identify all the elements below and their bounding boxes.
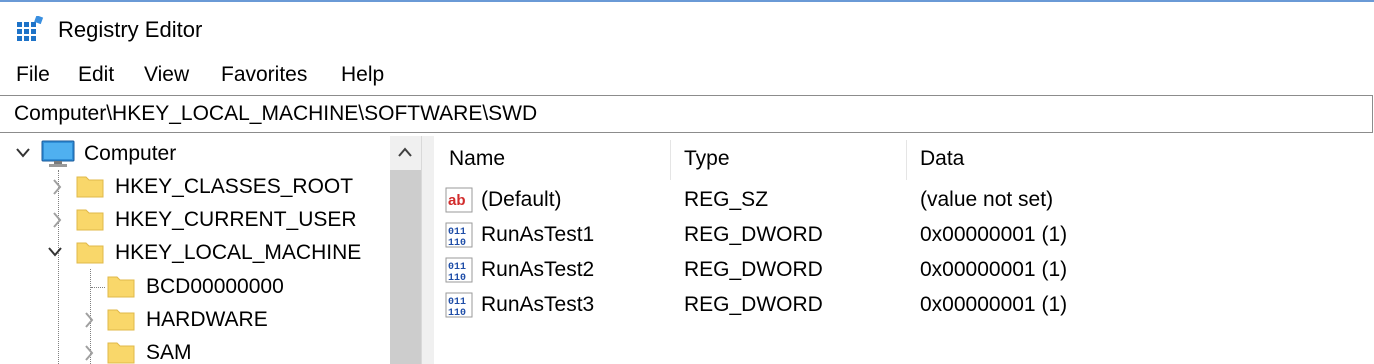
tree-item-label: SAM [146, 341, 192, 364]
folder-icon [107, 276, 135, 298]
window-title: Registry Editor [58, 17, 203, 42]
chevron-down-icon[interactable] [46, 236, 64, 269]
chevron-right-icon[interactable] [80, 336, 98, 364]
value-type: REG_DWORD [684, 223, 823, 246]
column-header-name[interactable]: Name [449, 136, 505, 182]
pane-splitter[interactable] [421, 136, 434, 364]
list-row-runastest3[interactable]: 011 110 RunAsTest3 REG_DWORD 0x00000001 … [434, 287, 1374, 322]
chevron-down-icon[interactable] [14, 137, 32, 170]
chevron-right-icon[interactable] [48, 203, 66, 236]
folder-icon [76, 242, 104, 264]
menu-bar: File Edit View Favorites Help [0, 58, 1374, 92]
title-bar[interactable]: Registry Editor [0, 2, 1374, 54]
registry-editor-window: Registry Editor File Edit View Favorites… [0, 0, 1374, 364]
list-row-runastest2[interactable]: 011 110 RunAsTest2 REG_DWORD 0x00000001 … [434, 252, 1374, 287]
svg-text:011: 011 [448, 297, 466, 308]
menu-file[interactable]: File [14, 58, 52, 92]
tree-vertical-scrollbar[interactable] [390, 136, 421, 364]
value-type: REG_DWORD [684, 258, 823, 281]
value-type: REG_SZ [684, 188, 769, 211]
tree-item-computer[interactable]: Computer [0, 137, 390, 170]
value-name: (Default) [481, 188, 562, 211]
value-type: REG_DWORD [684, 293, 823, 316]
column-header-data[interactable]: Data [920, 136, 964, 182]
value-name: RunAsTest1 [481, 223, 595, 246]
list-row-default[interactable]: ab (Default) REG_SZ (value not set) [434, 182, 1374, 217]
svg-text:011: 011 [448, 227, 466, 238]
address-bar[interactable]: Computer\HKEY_LOCAL_MACHINE\SOFTWARE\SWD [0, 95, 1373, 133]
chevron-right-icon[interactable] [80, 303, 98, 336]
scroll-thumb[interactable] [390, 170, 421, 364]
folder-icon [107, 342, 135, 364]
value-name: RunAsTest3 [481, 293, 595, 316]
column-divider[interactable] [670, 140, 671, 180]
menu-favorites[interactable]: Favorites [219, 58, 309, 92]
value-data: (value not set) [920, 188, 1054, 211]
tree-item-label: HKEY_LOCAL_MACHINE [115, 241, 362, 264]
binary-value-icon: 011 110 [445, 292, 473, 318]
value-data: 0x00000001 (1) [920, 293, 1068, 316]
string-value-icon: ab [445, 187, 473, 213]
chevron-up-icon [398, 147, 412, 157]
chevron-right-icon[interactable] [48, 170, 66, 203]
tree-item-label: HKEY_CLASSES_ROOT [115, 175, 354, 198]
value-data: 0x00000001 (1) [920, 223, 1068, 246]
tree-item-hkey-local-machine[interactable]: HKEY_LOCAL_MACHINE [0, 236, 390, 269]
tree-item-hardware[interactable]: HARDWARE [0, 303, 390, 336]
folder-icon [76, 176, 104, 198]
values-list-pane[interactable]: Name Type Data ab (Default) REG_SZ (valu… [434, 136, 1374, 364]
svg-text:110: 110 [448, 308, 466, 318]
tree-item-hkey-classes-root[interactable]: HKEY_CLASSES_ROOT [0, 170, 390, 203]
value-data: 0x00000001 (1) [920, 258, 1068, 281]
tree-item-label: Computer [84, 142, 177, 165]
tree-item-label: HKEY_CURRENT_USER [115, 208, 357, 231]
column-header-type[interactable]: Type [684, 136, 730, 182]
folder-icon [76, 209, 104, 231]
tree-item-hkey-current-user[interactable]: HKEY_CURRENT_USER [0, 203, 390, 236]
svg-text:ab: ab [448, 192, 466, 209]
menu-help[interactable]: Help [339, 58, 386, 92]
svg-text:011: 011 [448, 262, 466, 273]
tree-item-label: BCD00000000 [146, 275, 284, 298]
registry-editor-app-icon [17, 16, 44, 41]
tree-item-label: HARDWARE [146, 308, 268, 331]
menu-view[interactable]: View [142, 58, 191, 92]
key-tree-pane[interactable]: Computer HKEY_CLASSES_ROOT HKEY_CURRENT_… [0, 136, 421, 364]
menu-edit[interactable]: Edit [76, 58, 116, 92]
binary-value-icon: 011 110 [445, 222, 473, 248]
computer-icon [41, 140, 75, 167]
address-path[interactable]: Computer\HKEY_LOCAL_MACHINE\SOFTWARE\SWD [14, 96, 537, 132]
tree-item-sam[interactable]: SAM [0, 336, 390, 364]
svg-text:110: 110 [448, 273, 466, 283]
scroll-up-button[interactable] [390, 136, 421, 170]
value-name: RunAsTest2 [481, 258, 595, 281]
list-row-runastest1[interactable]: 011 110 RunAsTest1 REG_DWORD 0x00000001 … [434, 217, 1374, 252]
binary-value-icon: 011 110 [445, 257, 473, 283]
tree-item-bcd00000000[interactable]: BCD00000000 [0, 270, 390, 303]
column-divider[interactable] [906, 140, 907, 180]
svg-text:110: 110 [448, 238, 466, 248]
folder-icon [107, 309, 135, 331]
